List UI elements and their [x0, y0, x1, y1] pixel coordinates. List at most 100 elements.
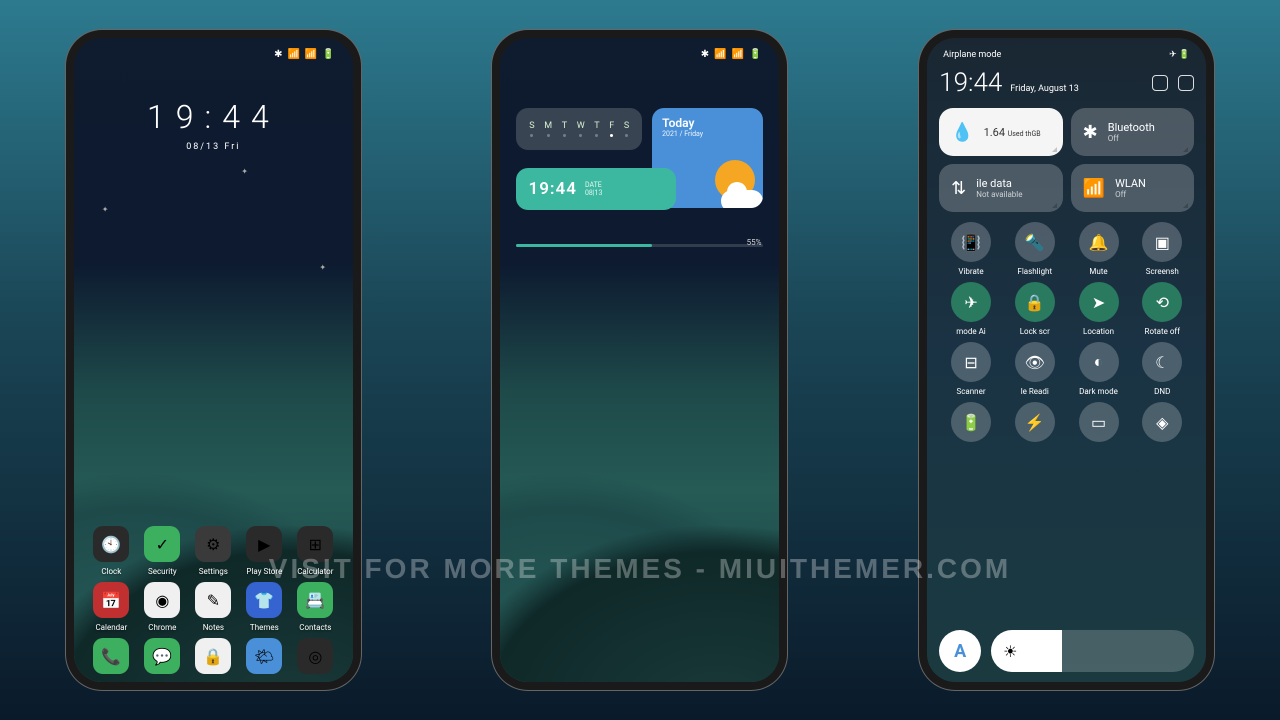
tile-wlan[interactable]: 📶WLANOff — [1071, 164, 1195, 212]
toggle-label: Lock scr — [1020, 327, 1050, 336]
app-label: Notes — [203, 623, 224, 632]
app-label: Contacts — [299, 623, 331, 632]
toggle-icon: ☾ — [1142, 342, 1182, 382]
toggle-lock-scr[interactable]: 🔒 Lock scr — [1003, 282, 1067, 336]
app-icon: 📇 — [297, 582, 333, 618]
app-dock[interactable]: 🌤 — [239, 638, 290, 674]
tile-sub: Off — [1108, 134, 1155, 143]
progress-bar — [516, 244, 763, 247]
edit-icon[interactable] — [1178, 75, 1194, 91]
toggle-label: le Readi — [1021, 387, 1049, 396]
today-title: Today — [662, 116, 753, 130]
toggle-unknown[interactable]: 🔋 — [939, 402, 1003, 447]
app-settings[interactable]: ⚙Settings — [188, 526, 239, 576]
app-calendar[interactable]: 📅 Calendar — [86, 582, 137, 632]
toggle-screensh[interactable]: ▣ Screensh — [1130, 222, 1194, 276]
tile-icon: ⇅ — [951, 178, 966, 199]
week-day: S — [529, 121, 534, 137]
clock-widget[interactable]: 19:44 08/13 Fri — [74, 98, 353, 152]
toggle-unknown[interactable]: ▭ — [1067, 402, 1131, 447]
toggle-icon: ▣ — [1142, 222, 1182, 262]
toggle-icon: 🔒 — [1015, 282, 1055, 322]
screen: ✱📶📶🔋 SMTWTFS Today 2021 / Friday 19:44 D… — [500, 38, 779, 682]
app-dock[interactable]: ◎ — [290, 638, 341, 674]
app-clock[interactable]: 🕙Clock — [86, 526, 137, 576]
status-icons: ✈ 🔋 — [1169, 50, 1190, 60]
toggle-location[interactable]: ➤ Location — [1067, 282, 1131, 336]
toggle-flashlight[interactable]: 🔦Flashlight — [1003, 222, 1067, 276]
week-widget[interactable]: SMTWTFS — [516, 108, 642, 150]
app-calculator[interactable]: ⊞Calculator — [290, 526, 341, 576]
app-themes[interactable]: 👕Themes — [239, 582, 290, 632]
toggle-label: Mute — [1089, 267, 1107, 276]
app-dock[interactable]: 🔒 — [188, 638, 239, 674]
status-bar: ✱📶📶🔋 — [500, 44, 779, 64]
app-icon: 📅 — [93, 582, 129, 618]
toggle-mute[interactable]: 🔔Mute — [1067, 222, 1131, 276]
toggle-icon: ◐ — [1079, 342, 1119, 382]
time-widget[interactable]: 19:44 DATE08|13 — [516, 168, 675, 210]
app-dock[interactable]: 📞 — [86, 638, 137, 674]
toggle-label: Screensh — [1146, 267, 1179, 276]
tile-title: 1.64 Used thGB — [984, 126, 1041, 139]
clock-date: 08/13 Fri — [74, 142, 353, 152]
toggle-mode-ai[interactable]: ✈mode Ai — [939, 282, 1003, 336]
toggle-unknown[interactable]: ⚡ — [1003, 402, 1067, 447]
time-value: 19:44 — [528, 179, 576, 199]
tile-sub: Not available — [976, 190, 1022, 199]
toggle-icon: ▭ — [1079, 402, 1119, 442]
toggle-icon: ✈ — [951, 282, 991, 322]
app-dock[interactable]: 💬 — [137, 638, 188, 674]
toggle-icon: ⟲ — [1142, 282, 1182, 322]
app-icon: 💬 — [144, 638, 180, 674]
app-notes[interactable]: ✎Notes — [188, 582, 239, 632]
app-icon: 🕙 — [93, 526, 129, 562]
toggle-icon: ◈ — [1142, 402, 1182, 442]
toggle-icon: ⊟ — [951, 342, 991, 382]
app-icon: 📞 — [93, 638, 129, 674]
tile--[interactable]: 💧 1.64 Used thGB — [939, 108, 1063, 156]
toggle-vibrate[interactable]: 📳Vibrate — [939, 222, 1003, 276]
phone-control-center: Airplane mode ✈ 🔋 19:44 Friday, August 1… — [919, 30, 1214, 690]
tile-icon: 📶 — [1083, 178, 1105, 199]
toggle-rotate-off[interactable]: ⟲Rotate off — [1130, 282, 1194, 336]
toggle-dark-mode[interactable]: ◐ Dark mode — [1067, 342, 1131, 396]
toggle-unknown[interactable]: ◈ — [1130, 402, 1194, 447]
app-play-store[interactable]: ▶ Play Store — [239, 526, 290, 576]
tile-title: WLAN — [1115, 177, 1146, 190]
app-label: Calendar — [95, 623, 127, 632]
toggle-label: Dark mode — [1079, 387, 1118, 396]
tile-ile-data[interactable]: ⇅ile dataNot available — [939, 164, 1063, 212]
tile-icon: 💧 — [951, 122, 973, 143]
week-day: T — [594, 121, 599, 137]
settings-icon[interactable] — [1152, 75, 1168, 91]
toggle-le-readi[interactable]: 👁 le Readi — [1003, 342, 1067, 396]
cc-time: 19:44 — [939, 68, 1002, 98]
app-security[interactable]: ✓Security — [137, 526, 188, 576]
toggle-icon: ➤ — [1079, 282, 1119, 322]
app-label: Security — [148, 567, 177, 576]
app-icon: 🌤 — [246, 638, 282, 674]
auto-brightness-button[interactable]: A — [939, 630, 981, 672]
screen: Airplane mode ✈ 🔋 19:44 Friday, August 1… — [927, 38, 1206, 682]
week-day: F — [609, 121, 614, 137]
app-contacts[interactable]: 📇 Contacts — [290, 582, 341, 632]
app-label: Play Store — [246, 567, 282, 576]
toggle-icon: ⚡ — [1015, 402, 1055, 442]
brightness-slider[interactable]: ☀ — [991, 630, 1194, 672]
app-icon: ▶ — [246, 526, 282, 562]
toggle-icon: 👁 — [1015, 342, 1055, 382]
toggle-label: Location — [1083, 327, 1114, 336]
toggle-label: Scanner — [956, 387, 985, 396]
tile-icon: ✱ — [1083, 122, 1098, 143]
cc-date: Friday, August 13 — [1010, 84, 1079, 94]
quick-tiles: 💧 1.64 Used thGB ✱BluetoothOff⇅ile dataNot… — [939, 108, 1194, 212]
toggle-label: Vibrate — [958, 267, 983, 276]
toggle-scanner[interactable]: ⊟ Scanner — [939, 342, 1003, 396]
toggle-dnd[interactable]: ☾DND — [1130, 342, 1194, 396]
screen: ✦ ✦ ✦ ✱📶📶🔋 19:44 08/13 Fri 🕙Clock✓Securi… — [74, 38, 353, 682]
app-chrome[interactable]: ◉Chrome — [137, 582, 188, 632]
control-center: Airplane mode ✈ 🔋 19:44 Friday, August 1… — [927, 38, 1206, 682]
app-icon: 🔒 — [195, 638, 231, 674]
tile-bluetooth[interactable]: ✱BluetoothOff — [1071, 108, 1195, 156]
